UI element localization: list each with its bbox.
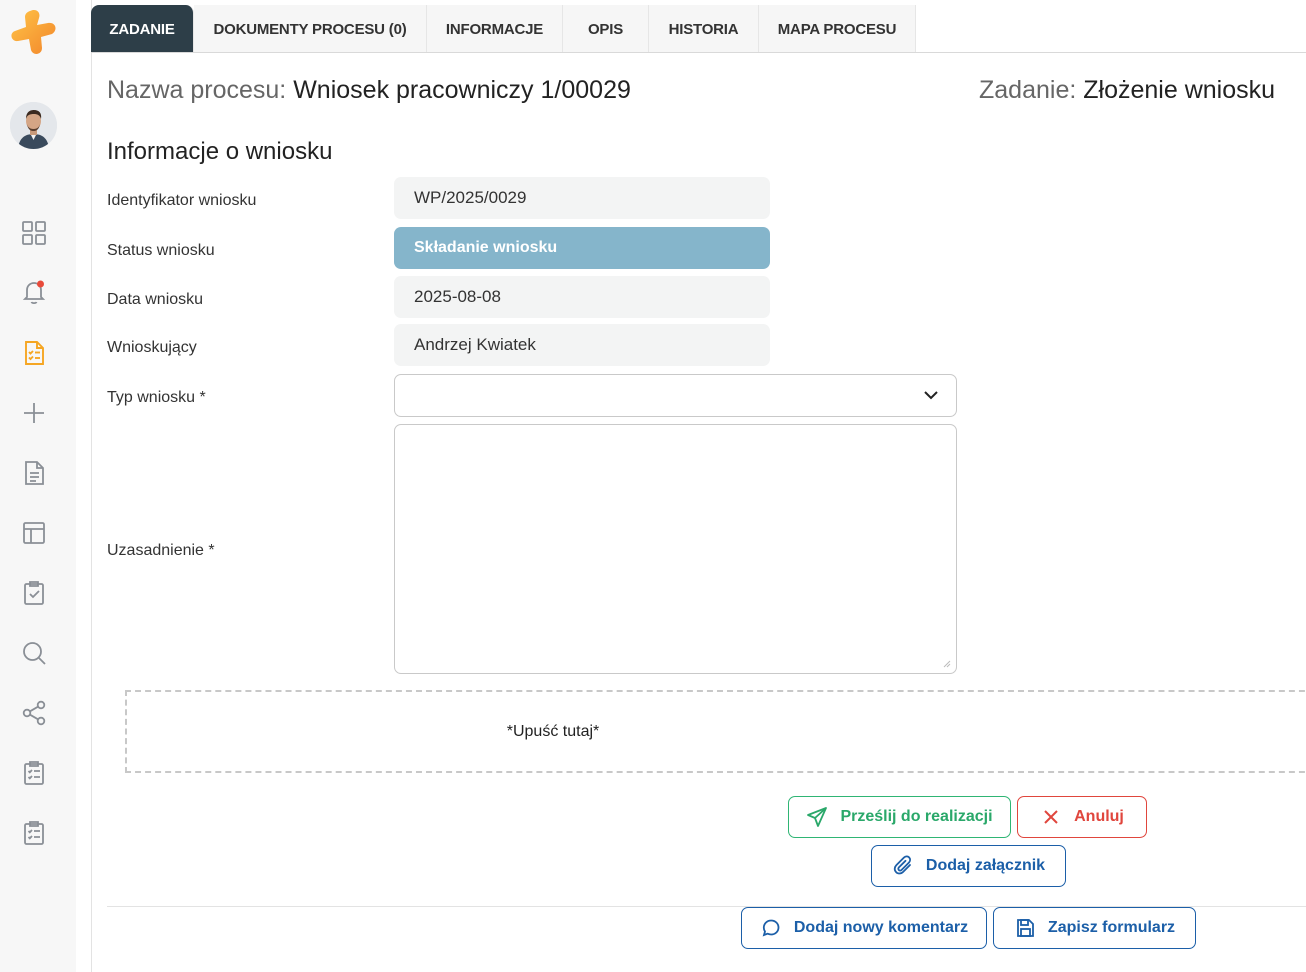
chevron-down-icon	[924, 391, 938, 400]
dashboard-icon[interactable]	[17, 216, 51, 250]
submit-button-label: Prześlij do realizacji	[840, 808, 993, 825]
add-attachment-button-label: Dodaj załącznik	[925, 857, 1046, 874]
paperclip-icon	[893, 855, 911, 875]
layout-icon[interactable]	[17, 516, 51, 550]
add-comment-button-label: Dodaj nowy komentarz	[793, 919, 969, 936]
tab-mapa-procesu[interactable]: MAPA PROCESU	[759, 5, 916, 53]
tab-informacje[interactable]: INFORMACJE	[427, 5, 563, 53]
status-label: Status wniosku	[107, 242, 215, 259]
checklist-icon[interactable]	[17, 576, 51, 610]
type-label: Typ wniosku *	[107, 389, 206, 406]
process-label: Nazwa procesu:	[107, 76, 287, 104]
date-field: 2025-08-08	[394, 276, 770, 318]
date-label: Data wniosku	[107, 291, 204, 308]
send-icon	[807, 807, 828, 827]
app-logo-icon[interactable]	[10, 8, 58, 56]
tab-historia[interactable]: HISTORIA	[649, 5, 759, 53]
tasks-icon[interactable]	[17, 336, 51, 370]
file-dropzone[interactable]: *Upuść tutaj*	[125, 690, 1306, 773]
applicant-field: Andrzej Kwiatek	[394, 324, 770, 366]
identifier-label: Identyfikator wniosku	[107, 192, 257, 209]
sidebar	[0, 0, 76, 972]
clipboard-list-icon[interactable]	[17, 756, 51, 790]
save-icon	[1017, 919, 1034, 937]
justification-label: Uzasadnienie *	[107, 542, 215, 559]
cancel-button-label: Anuluj	[1074, 808, 1124, 825]
notifications-icon[interactable]	[17, 275, 51, 309]
save-form-button-label: Zapisz formularz	[1047, 919, 1176, 936]
submit-button[interactable]: Prześlij do realizacji	[788, 796, 1011, 838]
resize-handle-icon[interactable]	[943, 660, 951, 668]
tab-bar: ZADANIE DOKUMENTY PROCESU (0) INFORMACJE…	[91, 5, 916, 53]
process-name: Wniosek pracowniczy 1/00029	[293, 76, 631, 104]
comment-icon	[762, 919, 780, 937]
save-form-button[interactable]: Zapisz formularz	[993, 907, 1196, 949]
task-name: Złożenie wniosku	[1083, 76, 1276, 104]
document-icon[interactable]	[17, 456, 51, 490]
task-label: Zadanie:	[979, 76, 1077, 104]
clipboard-list-2-icon[interactable]	[17, 816, 51, 850]
applicant-label: Wnioskujący	[107, 339, 197, 356]
status-field: Składanie wniosku	[394, 227, 770, 269]
add-comment-button[interactable]: Dodaj nowy komentarz	[741, 907, 987, 949]
tab-dokumenty-procesu[interactable]: DOKUMENTY PROCESU (0)	[194, 5, 427, 53]
type-select[interactable]	[394, 374, 957, 417]
dropzone-text: *Upuść tutaj*	[506, 722, 600, 740]
tab-zadanie[interactable]: ZADANIE	[91, 5, 194, 53]
justification-textarea[interactable]	[394, 424, 957, 674]
process-title: Nazwa procesu: Wniosek pracowniczy 1/000…	[107, 76, 631, 105]
add-icon[interactable]	[17, 396, 51, 430]
tab-opis[interactable]: OPIS	[563, 5, 649, 53]
sidebar-divider	[91, 0, 92, 972]
add-attachment-button[interactable]: Dodaj załącznik	[871, 845, 1066, 887]
share-icon[interactable]	[17, 696, 51, 730]
task-title: Zadanie: Złożenie wniosku	[979, 76, 1275, 105]
search-icon[interactable]	[17, 636, 51, 670]
identifier-field: WP/2025/0029	[394, 177, 770, 219]
cancel-button[interactable]: Anuluj	[1017, 796, 1147, 838]
tab-bar-underline	[91, 52, 1306, 53]
close-icon	[1044, 810, 1058, 824]
avatar[interactable]	[10, 102, 57, 149]
section-title: Informacje o wniosku	[107, 138, 333, 165]
